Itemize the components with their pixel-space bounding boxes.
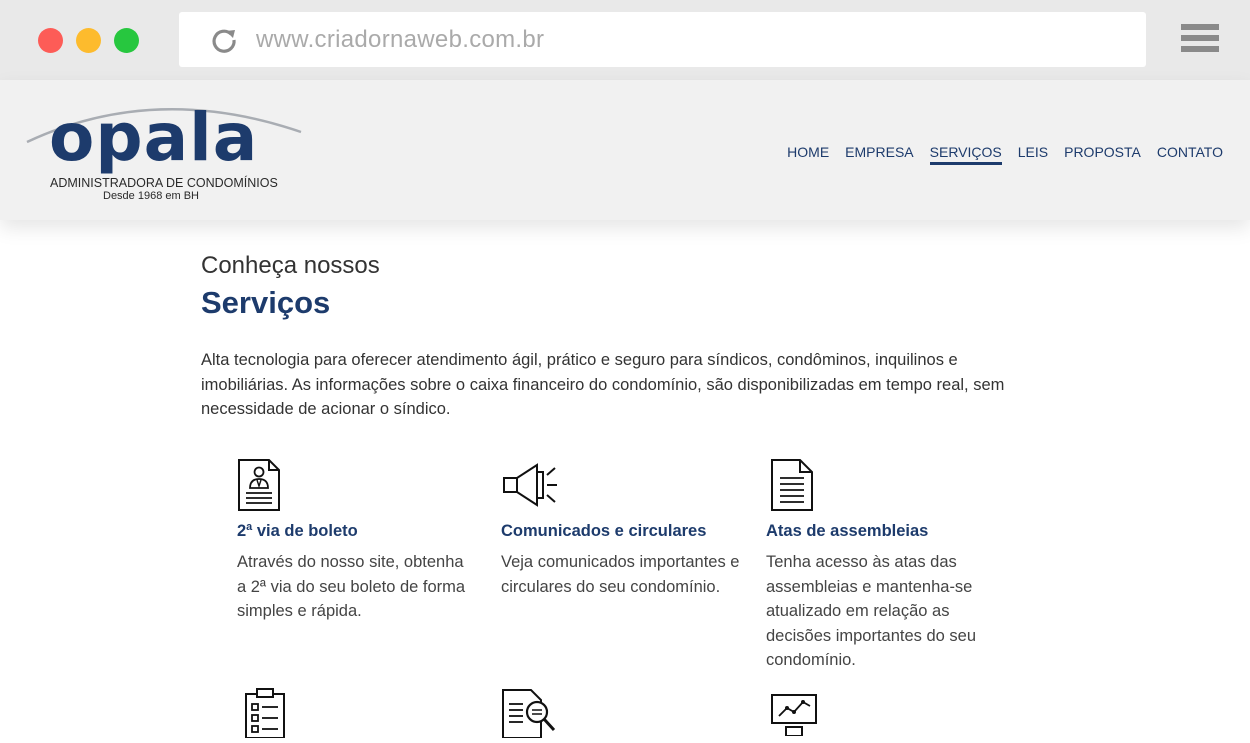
service-card-text: Através do nosso site, obtenha a 2ª via … [237, 553, 466, 620]
browser-toolbar: www.criadornaweb.com.br [0, 0, 1250, 80]
site-header: opala ADMINISTRADORA DE CONDOMÍNIOS Desd… [0, 80, 1250, 220]
service-card-title: Atas de assembleias [766, 522, 929, 540]
logo-wordmark: opala [49, 99, 259, 176]
maximize-window-button[interactable] [114, 28, 139, 53]
address-bar[interactable]: www.criadornaweb.com.br [179, 12, 1146, 67]
boleto-document-icon [237, 458, 297, 514]
nav-home[interactable]: HOME [787, 144, 829, 165]
nav-servicos[interactable]: SERVIÇOS [929, 144, 1002, 165]
service-card-boleto[interactable]: 2ª via de boleto Através do nosso site, … [237, 458, 477, 624]
menu-icon[interactable] [1181, 24, 1219, 54]
url-text: www.criadornaweb.com.br [256, 26, 545, 53]
section-intro: Alta tecnologia para oferecer atendiment… [201, 351, 1005, 418]
service-card-text: Veja comunicados importantes e circulare… [501, 553, 740, 596]
reload-icon[interactable] [209, 25, 239, 55]
checklist-icon [244, 688, 288, 743]
nav-empresa[interactable]: EMPRESA [845, 144, 913, 165]
service-card-text: Tenha acesso às atas das assembleias e m… [766, 553, 977, 669]
main-nav: HOME EMPRESA SERVIÇOS LEIS PROPOSTA CONT… [787, 144, 1223, 165]
monitor-chart-icon [770, 692, 818, 741]
brand-logo[interactable]: opala ADMINISTRADORA DE CONDOMÍNIOS Desd… [25, 99, 305, 210]
megaphone-icon [501, 458, 561, 514]
service-card-atas[interactable]: Atas de assembleias Tenha acesso às atas… [766, 458, 1006, 673]
services-section: Conheça nossos Serviços Alta tecnologia … [201, 250, 1031, 422]
logo-tagline: ADMINISTRADORA DE CONDOMÍNIOS [50, 176, 278, 190]
close-window-button[interactable] [38, 28, 63, 53]
logo-since: Desde 1968 em BH [103, 190, 199, 202]
section-kicker: Conheça nossos [201, 252, 380, 279]
minimize-window-button[interactable] [76, 28, 101, 53]
document-lines-icon [766, 458, 826, 514]
service-card-comunicados[interactable]: Comunicados e circulares Veja comunicado… [501, 458, 741, 599]
document-search-icon [501, 688, 559, 743]
nav-proposta[interactable]: PROPOSTA [1064, 144, 1141, 165]
service-card-title: Comunicados e circulares [501, 522, 707, 540]
nav-contato[interactable]: CONTATO [1157, 144, 1223, 165]
section-title: Serviços [201, 285, 331, 320]
service-card-title: 2ª via de boleto [237, 522, 358, 540]
nav-leis[interactable]: LEIS [1018, 144, 1048, 165]
